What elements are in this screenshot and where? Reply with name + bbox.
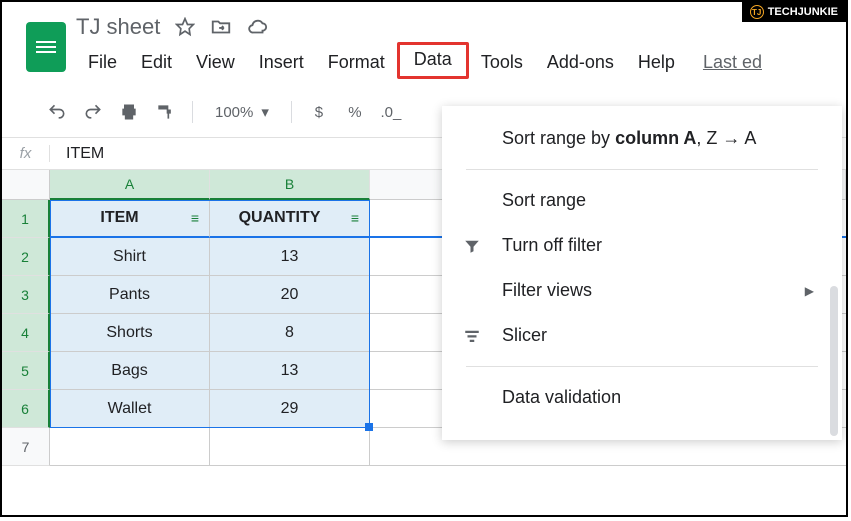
- menu-label: Filter views: [502, 280, 592, 301]
- chevron-right-icon: ▶: [805, 284, 814, 298]
- menu-label: Sort range by column A, Z → A: [502, 128, 756, 149]
- brand-badge: TJ TECHJUNKIE: [742, 2, 846, 22]
- slicer-icon: [460, 327, 484, 345]
- decrease-decimal-button[interactable]: .0_: [376, 97, 406, 127]
- menu-tools[interactable]: Tools: [469, 46, 535, 79]
- row-header[interactable]: 2: [2, 238, 50, 276]
- data-menu-dropdown: Sort range by column A, Z → A Sort range…: [442, 106, 842, 440]
- cell[interactable]: 20: [210, 276, 370, 314]
- menu-addons[interactable]: Add-ons: [535, 46, 626, 79]
- menu-filter-views[interactable]: Filter views ▶: [442, 268, 842, 313]
- cell[interactable]: Bags: [50, 352, 210, 390]
- filter-funnel-icon: [460, 237, 484, 255]
- cell[interactable]: Shorts: [50, 314, 210, 352]
- row-header[interactable]: 3: [2, 276, 50, 314]
- menu-data-validation[interactable]: Data validation: [442, 375, 842, 420]
- brand-icon: TJ: [750, 5, 764, 19]
- filter-icon[interactable]: ≡: [191, 210, 199, 226]
- star-icon[interactable]: [174, 16, 196, 38]
- menu-label: Slicer: [502, 325, 547, 346]
- row-header[interactable]: 1: [2, 200, 50, 238]
- toolbar-separator: [291, 101, 292, 123]
- currency-button[interactable]: $: [304, 97, 334, 127]
- row-header[interactable]: 7: [2, 428, 50, 466]
- menu-slicer[interactable]: Slicer: [442, 313, 842, 358]
- menu-format[interactable]: Format: [316, 46, 397, 79]
- dropdown-scrollbar[interactable]: [830, 286, 838, 436]
- chevron-down-icon: ▾: [261, 103, 269, 121]
- row-header[interactable]: 4: [2, 314, 50, 352]
- empty-cell[interactable]: [50, 428, 210, 466]
- undo-icon[interactable]: [42, 97, 72, 127]
- cell[interactable]: Wallet: [50, 390, 210, 428]
- move-folder-icon[interactable]: [210, 16, 232, 38]
- row-header[interactable]: 5: [2, 352, 50, 390]
- select-all-corner[interactable]: [2, 170, 50, 200]
- menu-file[interactable]: File: [76, 46, 129, 79]
- menu-sort-range[interactable]: Sort range: [442, 178, 842, 223]
- menu-separator: [466, 366, 818, 367]
- menu-edit[interactable]: Edit: [129, 46, 184, 79]
- row-header[interactable]: 6: [2, 390, 50, 428]
- menu-data[interactable]: Data: [397, 42, 469, 79]
- column-header[interactable]: B: [210, 170, 370, 200]
- menu-view[interactable]: View: [184, 46, 247, 79]
- zoom-selector[interactable]: 100% ▾: [205, 103, 279, 121]
- empty-cell[interactable]: [210, 428, 370, 466]
- menubar: File Edit View Insert Format Data Tools …: [76, 40, 774, 79]
- cell[interactable]: 29: [210, 390, 370, 428]
- redo-icon[interactable]: [78, 97, 108, 127]
- table-header-cell[interactable]: QUANTITY≡: [210, 200, 370, 238]
- menu-label: Data validation: [502, 387, 621, 408]
- table-header-cell[interactable]: ITEM≡: [50, 200, 210, 238]
- brand-text: TECHJUNKIE: [768, 6, 838, 18]
- menu-insert[interactable]: Insert: [247, 46, 316, 79]
- cell[interactable]: 13: [210, 352, 370, 390]
- fx-value[interactable]: ITEM: [50, 145, 104, 163]
- toolbar-separator: [192, 101, 193, 123]
- fx-label: fx: [2, 145, 50, 162]
- menu-last-edit[interactable]: Last ed: [691, 46, 774, 79]
- zoom-value: 100%: [215, 104, 253, 121]
- menu-turn-off-filter[interactable]: Turn off filter: [442, 223, 842, 268]
- filter-icon[interactable]: ≡: [351, 210, 359, 226]
- document-title[interactable]: TJ sheet: [76, 14, 160, 40]
- sheets-logo-icon[interactable]: [26, 22, 66, 72]
- menu-separator: [466, 169, 818, 170]
- cloud-status-icon[interactable]: [246, 16, 268, 38]
- cell[interactable]: Pants: [50, 276, 210, 314]
- cell[interactable]: 8: [210, 314, 370, 352]
- menu-sort-range-by-column-desc[interactable]: Sort range by column A, Z → A: [442, 116, 842, 161]
- print-icon[interactable]: [114, 97, 144, 127]
- paint-format-icon[interactable]: [150, 97, 180, 127]
- column-header[interactable]: A: [50, 170, 210, 200]
- menu-label: Turn off filter: [502, 235, 602, 256]
- cell[interactable]: Shirt: [50, 238, 210, 276]
- menu-label: Sort range: [502, 190, 586, 211]
- cell[interactable]: 13: [210, 238, 370, 276]
- percent-button[interactable]: %: [340, 97, 370, 127]
- menu-help[interactable]: Help: [626, 46, 687, 79]
